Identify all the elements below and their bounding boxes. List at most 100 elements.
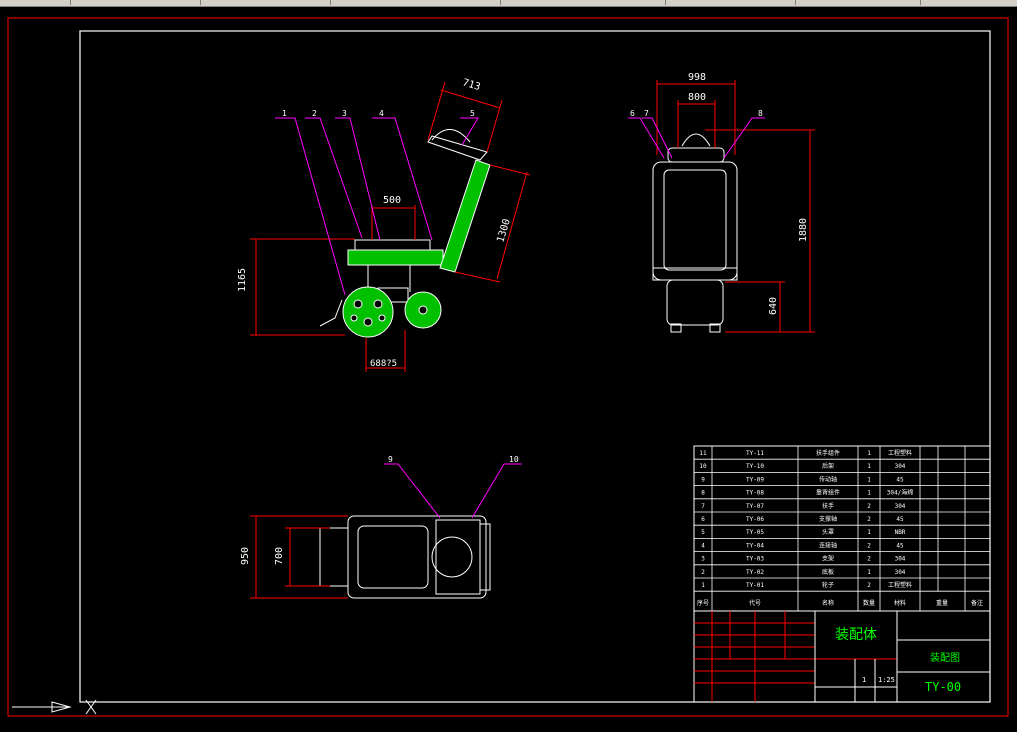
bom-row-no: 9 (701, 476, 705, 483)
bom-row-name: 轮子 (822, 581, 834, 589)
dim-seat-width: 500 (383, 195, 401, 206)
title-block: 装配体 装配图 TY-00 1 1:25 (693, 610, 991, 703)
front-view: 998 800 1880 640 6 7 8 (628, 72, 815, 333)
bom-row-material: 304 (895, 569, 906, 576)
dim-front-height: 1880 (798, 218, 809, 242)
scale: 1:25 (878, 676, 895, 684)
dim-top-outer: 950 (240, 547, 251, 565)
top-frame (347, 515, 487, 599)
bom-header-qty: 数量 (863, 599, 875, 607)
bom-header-name: 名称 (822, 599, 834, 607)
bom-row-material: NBR (895, 529, 906, 536)
handle-top (427, 135, 488, 161)
head-cover (431, 129, 471, 143)
seat-cushion (347, 249, 444, 266)
dim-front-inner-width: 800 (688, 92, 706, 103)
rear-wheel (342, 286, 394, 338)
bom-row-material: 304/海绵 (887, 489, 913, 497)
handle-bar (439, 159, 491, 273)
bom-table: 11 TY-11 扶手组件 1 工程塑料10 TY-10 后架 1 3049 TY-09 传动轴 1 4… (693, 445, 991, 612)
bom-row-material: 45 (896, 476, 904, 483)
bom-row-material: 45 (896, 542, 904, 549)
bom-row-material: 304 (895, 556, 906, 563)
bom-row-material: 工程塑料 (888, 581, 912, 589)
bom-row-name: 扶手 (822, 502, 834, 510)
bom-row-material: 304 (895, 463, 906, 470)
bom-header-no: 序号 (697, 599, 709, 607)
bom-row-name: 扶手组件 (816, 449, 840, 457)
seat-frame (354, 239, 431, 251)
callout-5: 5 (470, 109, 475, 118)
bom-row-name: 靠背组件 (816, 489, 840, 497)
drawing-number: TY-00 (925, 680, 961, 694)
bom-row-code: TY-09 (746, 476, 764, 483)
dim-wheelbase: 688?5 (370, 359, 397, 369)
bom-row-qty: 2 (867, 542, 871, 549)
bom-row-qty: 1 (867, 490, 871, 497)
callout-6: 6 (630, 109, 635, 118)
bom-row-no: 8 (701, 490, 705, 497)
bom-row-qty: 2 (867, 516, 871, 523)
bom-row-code: TY-10 (746, 463, 764, 470)
bom-row-no: 11 (699, 450, 707, 457)
bom-row-no: 7 (701, 503, 705, 510)
bom-row-no: 5 (701, 529, 705, 536)
bom-row-no: 6 (701, 516, 705, 523)
sheet-border-inner (79, 30, 991, 703)
side-view: 1165 500 688?5 1300 713 1 2 3 4 5 (237, 77, 531, 372)
callout-4: 4 (379, 109, 384, 118)
dim-front-lower: 640 (768, 297, 779, 315)
front-base (666, 279, 724, 326)
bom-row-qty: 1 (867, 569, 871, 576)
bom-row-no: 10 (699, 463, 707, 470)
bom-row-no: 2 (701, 569, 705, 576)
bom-row-name: 支架 (822, 555, 834, 563)
callout-2: 2 (312, 109, 317, 118)
bom-row-qty: 2 (867, 556, 871, 563)
bom-row-qty: 1 (867, 476, 871, 483)
front-backrest (652, 161, 738, 281)
bom-row-material: 工程塑料 (888, 449, 912, 457)
bom-row-code: TY-04 (746, 542, 764, 549)
bom-row-no: 4 (701, 542, 705, 549)
bom-row-code: TY-01 (746, 582, 764, 589)
bom-row-qty: 2 (867, 503, 871, 510)
dim-top-inner: 700 (274, 547, 285, 565)
bom-row-qty: 1 (867, 450, 871, 457)
bom-row-code: TY-08 (746, 490, 764, 497)
bom-row-code: TY-06 (746, 516, 764, 523)
callout-1: 1 (282, 109, 287, 118)
front-head-cover (681, 133, 711, 147)
top-view: 950 700 9 10 (240, 455, 522, 599)
bom-row-name: 头罩 (822, 528, 834, 536)
bom-row-name: 后架 (822, 462, 834, 470)
bom-row-name: 底板 (822, 568, 834, 576)
assembly-name: 装配体 (835, 627, 877, 643)
bom-row-code: TY-11 (746, 450, 764, 457)
drawing-type: 装配图 (930, 651, 960, 664)
bom-row-code: TY-07 (746, 503, 764, 510)
bom-row-code: TY-02 (746, 569, 764, 576)
bom-row-material: 45 (896, 516, 904, 523)
bom-row-name: 传动轴 (819, 475, 837, 483)
callout-3: 3 (342, 109, 347, 118)
bom-row-qty: 1 (867, 529, 871, 536)
bom-row-qty: 2 (867, 582, 871, 589)
dim-height-total: 1165 (237, 268, 248, 292)
bom-header-weight: 重量 (936, 599, 948, 607)
bom-row-name: 支撑轴 (819, 515, 837, 523)
top-wheel (431, 536, 473, 578)
dim-front-outer-width: 998 (688, 72, 706, 83)
bom-header-code: 代号 (749, 599, 761, 607)
bom-row-no: 1 (701, 582, 705, 589)
drawing-canvas[interactable]: 1165 500 688?5 1300 713 1 2 3 4 5 998 80… (0, 6, 1017, 732)
bom-header-remark: 备注 (971, 599, 983, 607)
bom-row-material: 304 (895, 503, 906, 510)
bom-header-material: 材料 (894, 599, 906, 607)
bom-row-no: 3 (701, 556, 705, 563)
bom-row-code: TY-03 (746, 556, 764, 563)
dim-handle-top: 713 (461, 77, 481, 93)
bom-row-qty: 1 (867, 463, 871, 470)
callout-9: 9 (388, 455, 393, 464)
callout-10: 10 (509, 455, 519, 464)
